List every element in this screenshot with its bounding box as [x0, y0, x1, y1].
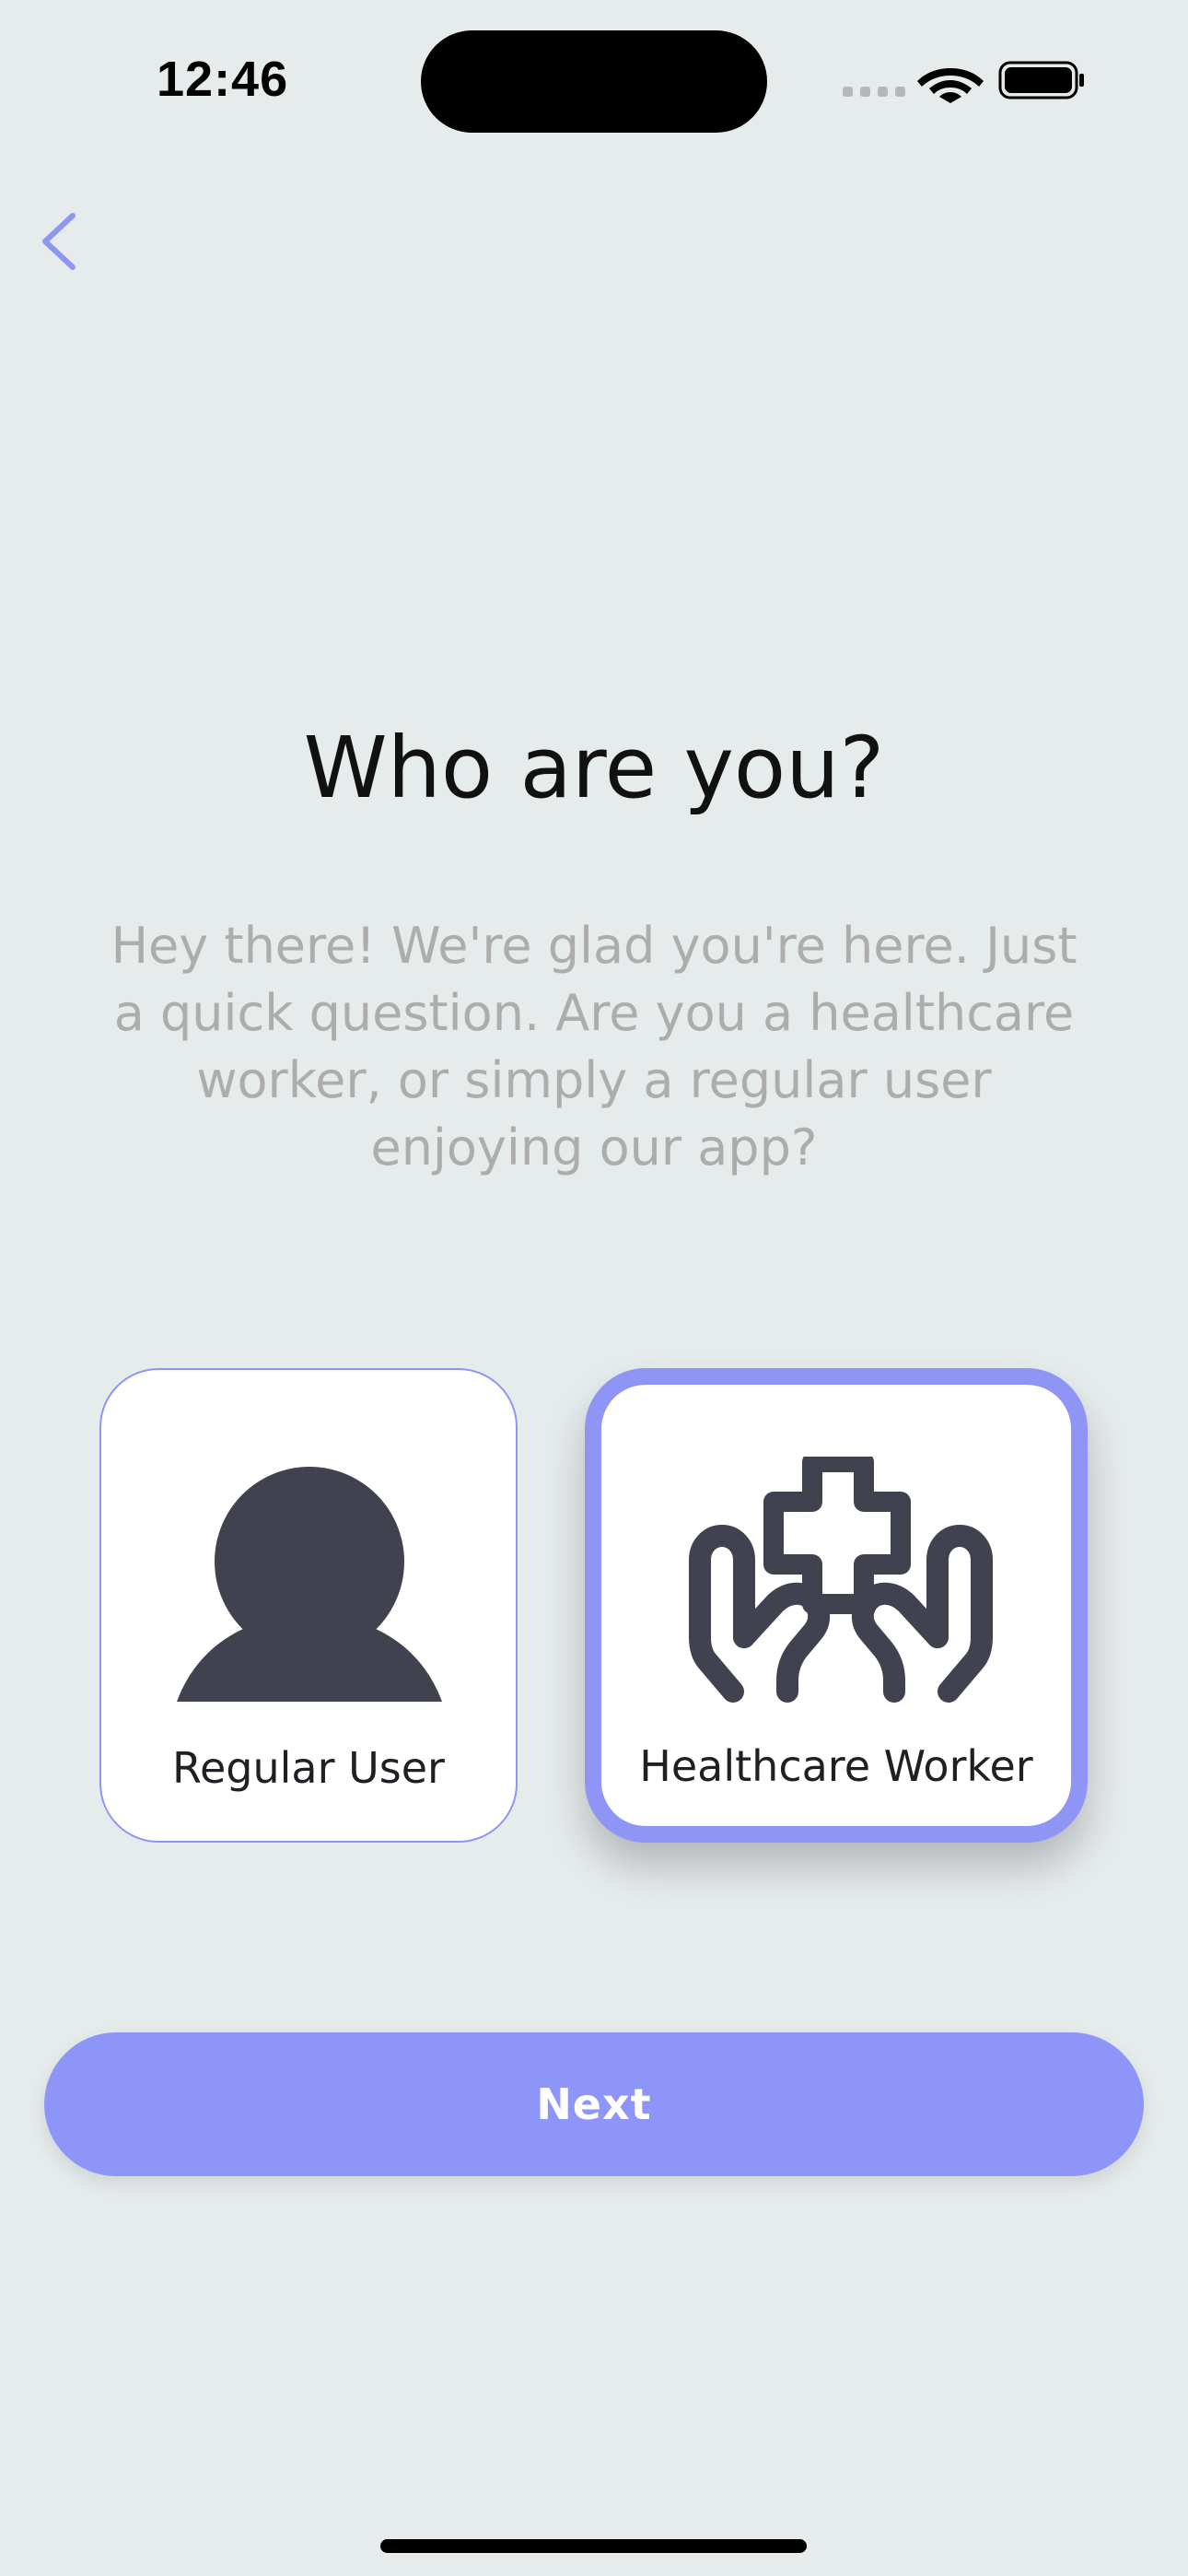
dynamic-island	[421, 30, 767, 133]
role-card-regular-user[interactable]: Regular User	[99, 1368, 518, 1843]
home-indicator	[380, 2539, 807, 2553]
subtitle: Hey there! We're glad you're here. Just …	[111, 917, 1077, 1177]
page-title: Who are you?	[303, 719, 885, 817]
status-time: 12:46	[157, 52, 289, 107]
status-bar: 12:46	[0, 0, 1188, 157]
battery-icon	[998, 61, 1084, 100]
signal-icon	[843, 87, 905, 97]
person-icon	[177, 1467, 442, 1702]
back-button[interactable]	[31, 205, 96, 278]
role-card-healthcare-worker[interactable]: Healthcare Worker	[585, 1368, 1088, 1843]
next-button[interactable]: Next	[44, 2032, 1144, 2176]
role-label-healthcare-worker: Healthcare Worker	[639, 1741, 1033, 1791]
hands-medical-cross-icon	[689, 1457, 993, 1703]
chevron-left-icon	[42, 213, 76, 270]
status-icons	[843, 61, 1084, 103]
role-label-regular-user: Regular User	[172, 1743, 445, 1793]
wifi-icon	[917, 68, 984, 103]
